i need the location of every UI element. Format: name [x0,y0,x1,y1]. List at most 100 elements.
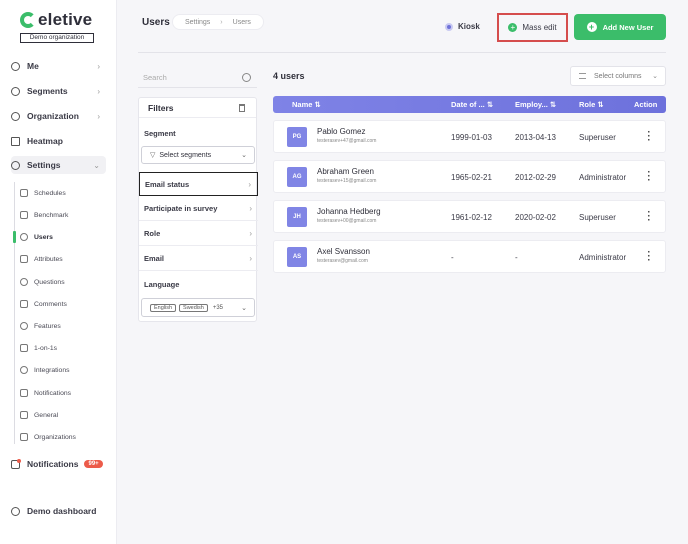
bell-icon [20,389,28,397]
features-icon [20,322,28,330]
date-of-birth-cell: 1961-02-12 [451,213,492,222]
more-vertical-icon[interactable]: · · · [647,128,651,146]
submenu-item-notifications[interactable]: Notifications [20,387,71,399]
user-name[interactable]: Abraham Green [317,167,374,176]
submenu-item-features[interactable]: Features [20,320,61,332]
language-tag: Swedish [179,303,208,312]
date-of-birth-cell: - [451,253,454,262]
submenu-label: 1-on-1s [34,344,58,352]
submenu-label: Integrations [34,366,70,374]
sidebar-item-settings[interactable]: Settings ⌄ [11,156,106,174]
language-select[interactable]: English Swedish +35 ⌄ [141,298,255,317]
sidebar-item-segments[interactable]: Segments › [11,82,106,100]
building-icon [20,433,28,441]
segments-icon [11,86,20,96]
mass-edit-label: Mass edit [522,23,557,32]
mass-edit-button[interactable]: + Mass edit [497,13,568,42]
user-name[interactable]: Pablo Gomez [317,127,365,136]
submenu-label: Benchmark [34,211,69,219]
submenu-item-attributes[interactable]: Attributes [20,253,63,265]
heatmap-icon [11,136,20,146]
user-name[interactable]: Johanna Hedberg [317,207,381,216]
chevron-down-icon: ⌄ [93,160,100,170]
organization-icon [11,111,20,121]
submenu-item-schedules[interactable]: Schedules [20,187,66,199]
sidebar-item-me[interactable]: Me › [11,57,106,75]
submenu-label: Attributes [34,255,63,263]
table-header: Name ⇅ Date of ... ⇅ Employ... ⇅ Role ⇅ … [273,96,666,113]
filter-row-email[interactable]: Email › [139,247,258,271]
organization-label[interactable]: Demo organization [20,33,94,43]
sidebar-item-label: Notifications [27,459,79,469]
filter-row-role[interactable]: Role › [139,222,258,246]
breadcrumb-item-settings[interactable]: Settings [185,19,210,26]
submenu-item-benchmark[interactable]: Benchmark [20,209,68,221]
column-header-employed[interactable]: Employ... ⇅ [515,96,556,113]
search-placeholder: Search [143,73,167,82]
submenu-item-general[interactable]: General [20,409,58,421]
submenu-label: Features [34,322,61,330]
one-on-one-icon [20,344,28,352]
sidebar-item-demo-dashboard[interactable]: Demo dashboard [11,502,106,520]
chevron-right-icon: › [249,204,252,213]
submenu-item-users[interactable]: Users [20,231,53,243]
active-indicator [13,231,16,243]
logo-text: eletive [38,10,93,29]
filter-row-email-status[interactable]: Email status › [139,172,258,196]
user-count: 4 users [273,71,305,81]
employed-cell: 2013-04-13 [515,133,556,142]
submenu-item-1-on-1s[interactable]: 1-on-1s [20,342,57,354]
more-vertical-icon[interactable]: · · · [647,208,651,226]
filters-header: Filters [139,98,256,118]
select-columns-dropdown[interactable]: Select columns ⌄ [570,66,666,86]
chevron-down-icon: ⌄ [241,152,247,159]
employed-cell: 2012-02-29 [515,173,556,182]
chevron-right-icon: › [249,254,252,263]
segment-select[interactable]: ▽ Select segments ⌄ [141,146,255,164]
more-vertical-icon[interactable]: · · · [647,168,651,186]
filter-row-label: Email [144,254,165,263]
submenu-item-organizations[interactable]: Organizations [20,431,76,443]
employed-cell: 2020-02-02 [515,213,556,222]
table-row[interactable]: JH Johanna Hedberg testerasev+00@gmail.c… [273,200,666,233]
role-cell: Superuser [579,133,616,142]
sidebar-item-label: Heatmap [27,136,63,146]
filter-row-label: Participate in survey [144,204,218,213]
sidebar-item-notifications[interactable]: Notifications 99+ [11,455,106,473]
filter-row-label: Role [144,229,161,238]
submenu-item-comments[interactable]: Comments [20,298,67,310]
table-row[interactable]: AG Abraham Green testerasev+15@gmail.com… [273,160,666,193]
chevron-right-icon: › [249,229,252,238]
user-icon [20,233,28,241]
submenu-item-integrations[interactable]: Integrations [20,364,70,376]
table-row[interactable]: AS Axel Svansson testerasev@gmail.com - … [273,240,666,273]
kiosk-button[interactable]: Kiosk [445,22,480,31]
more-vertical-icon[interactable]: · · · [647,248,651,266]
segment-label: Segment [144,129,176,138]
sort-icon: ⇅ [597,100,604,109]
logo-icon [20,12,36,28]
submenu-label: Notifications [34,389,72,397]
language-more-count: +35 [212,304,224,311]
search-input[interactable]: Search [138,68,257,88]
sort-icon: ⇅ [549,100,557,109]
user-email: testerasev@gmail.com [317,258,368,264]
column-header-role[interactable]: Role ⇅ [579,96,604,113]
submenu-label: Users [34,233,53,241]
sidebar-item-heatmap[interactable]: Heatmap [11,132,106,150]
sidebar-item-label: Settings [27,160,61,170]
breadcrumb-item-users[interactable]: Users [233,19,251,26]
submenu-label: Questions [34,278,65,286]
chevron-right-icon: › [97,111,100,121]
column-header-name[interactable]: Name ⇅ [292,96,321,113]
column-header-date-of-birth[interactable]: Date of ... ⇅ [451,96,493,113]
sidebar-item-organization[interactable]: Organization › [11,107,106,125]
table-row[interactable]: PG Pablo Gomez testerasev+47@gmail.com 1… [273,120,666,153]
role-cell: Superuser [579,213,616,222]
add-new-user-button[interactable]: + Add New User [574,14,666,40]
user-name[interactable]: Axel Svansson [317,247,370,256]
filter-row-participate[interactable]: Participate in survey › [139,197,258,221]
submenu-item-questions[interactable]: Questions [20,276,65,288]
trash-icon[interactable] [239,104,245,112]
logo[interactable]: eletive [20,10,92,30]
